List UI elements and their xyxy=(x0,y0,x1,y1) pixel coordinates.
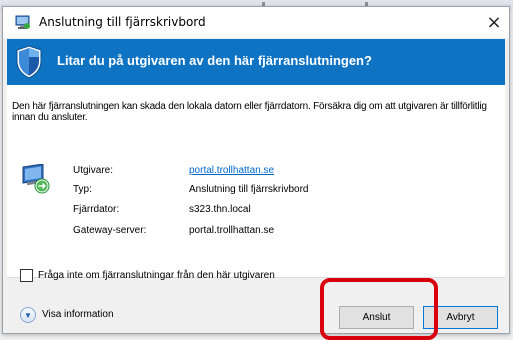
gateway-value: portal.trollhattan.se xyxy=(189,225,275,236)
chevron-down-icon[interactable]: ▼ xyxy=(20,307,36,323)
remote-desktop-app-icon xyxy=(15,15,30,29)
annotation-highlight xyxy=(320,278,438,340)
type-label: Typ: xyxy=(73,184,92,195)
banner-heading: Litar du på utgivaren av den här fjärran… xyxy=(57,53,372,68)
remote-computer-icon xyxy=(22,164,50,194)
publisher-label: Utgivare: xyxy=(73,165,114,176)
window-title: Anslutning till fjärrskrivbord xyxy=(39,15,206,29)
security-banner: Litar du på utgivaren av den här fjärran… xyxy=(7,39,505,85)
dont-ask-label[interactable]: Fråga inte om fjärranslutningar från den… xyxy=(38,270,275,281)
warning-text: Den här fjärranslutningen kan skada den … xyxy=(12,101,487,123)
show-details-label[interactable]: Visa information xyxy=(42,309,114,320)
shield-icon xyxy=(16,45,42,79)
close-button[interactable]: × xyxy=(479,7,509,38)
dont-ask-checkbox[interactable] xyxy=(20,269,33,282)
title-bar: Anslutning till fjärrskrivbord × xyxy=(3,7,509,38)
remote-computer-label: Fjärrdator: xyxy=(73,204,120,215)
dialog-content: Den här fjärranslutningen kan skada den … xyxy=(7,85,505,277)
remote-computer-value: s323.thn.local xyxy=(189,204,251,215)
type-value: Anslutning till fjärrskrivbord xyxy=(189,184,309,195)
publisher-link[interactable]: portal.trollhattan.se xyxy=(189,165,274,176)
gateway-label: Gateway-server: xyxy=(73,225,147,236)
